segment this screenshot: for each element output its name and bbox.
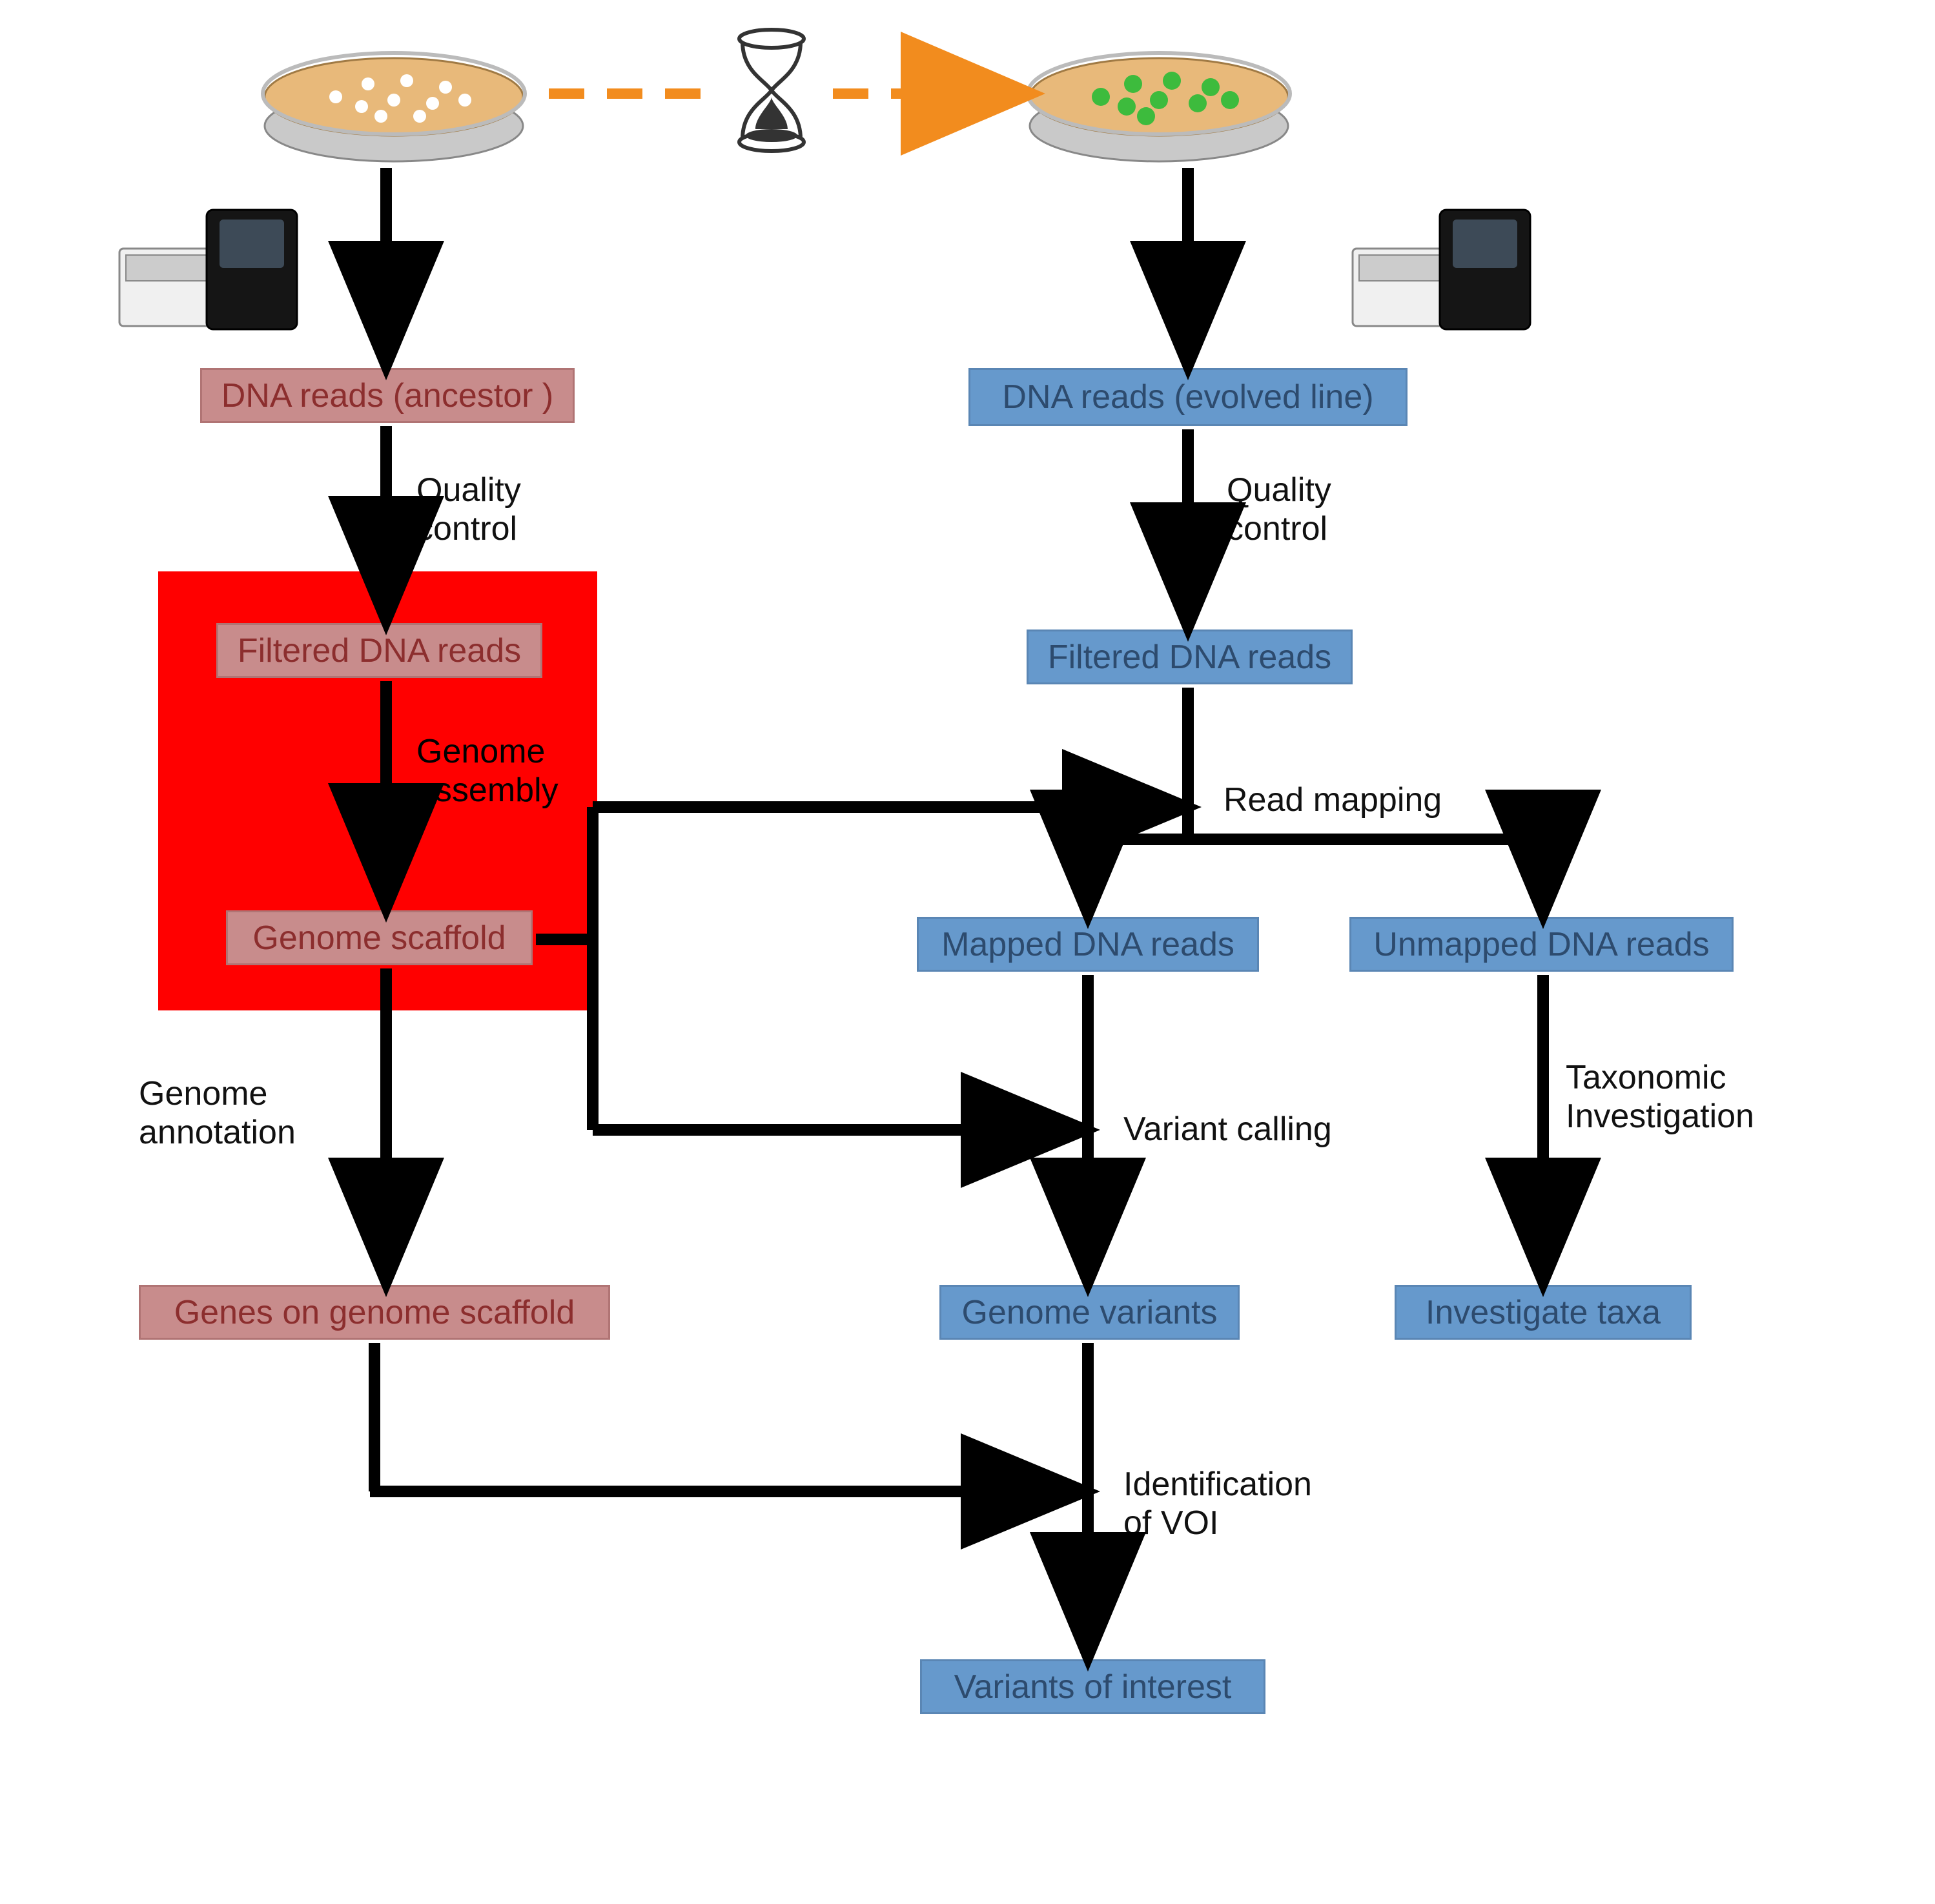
arrows-layer xyxy=(0,0,1935,1904)
